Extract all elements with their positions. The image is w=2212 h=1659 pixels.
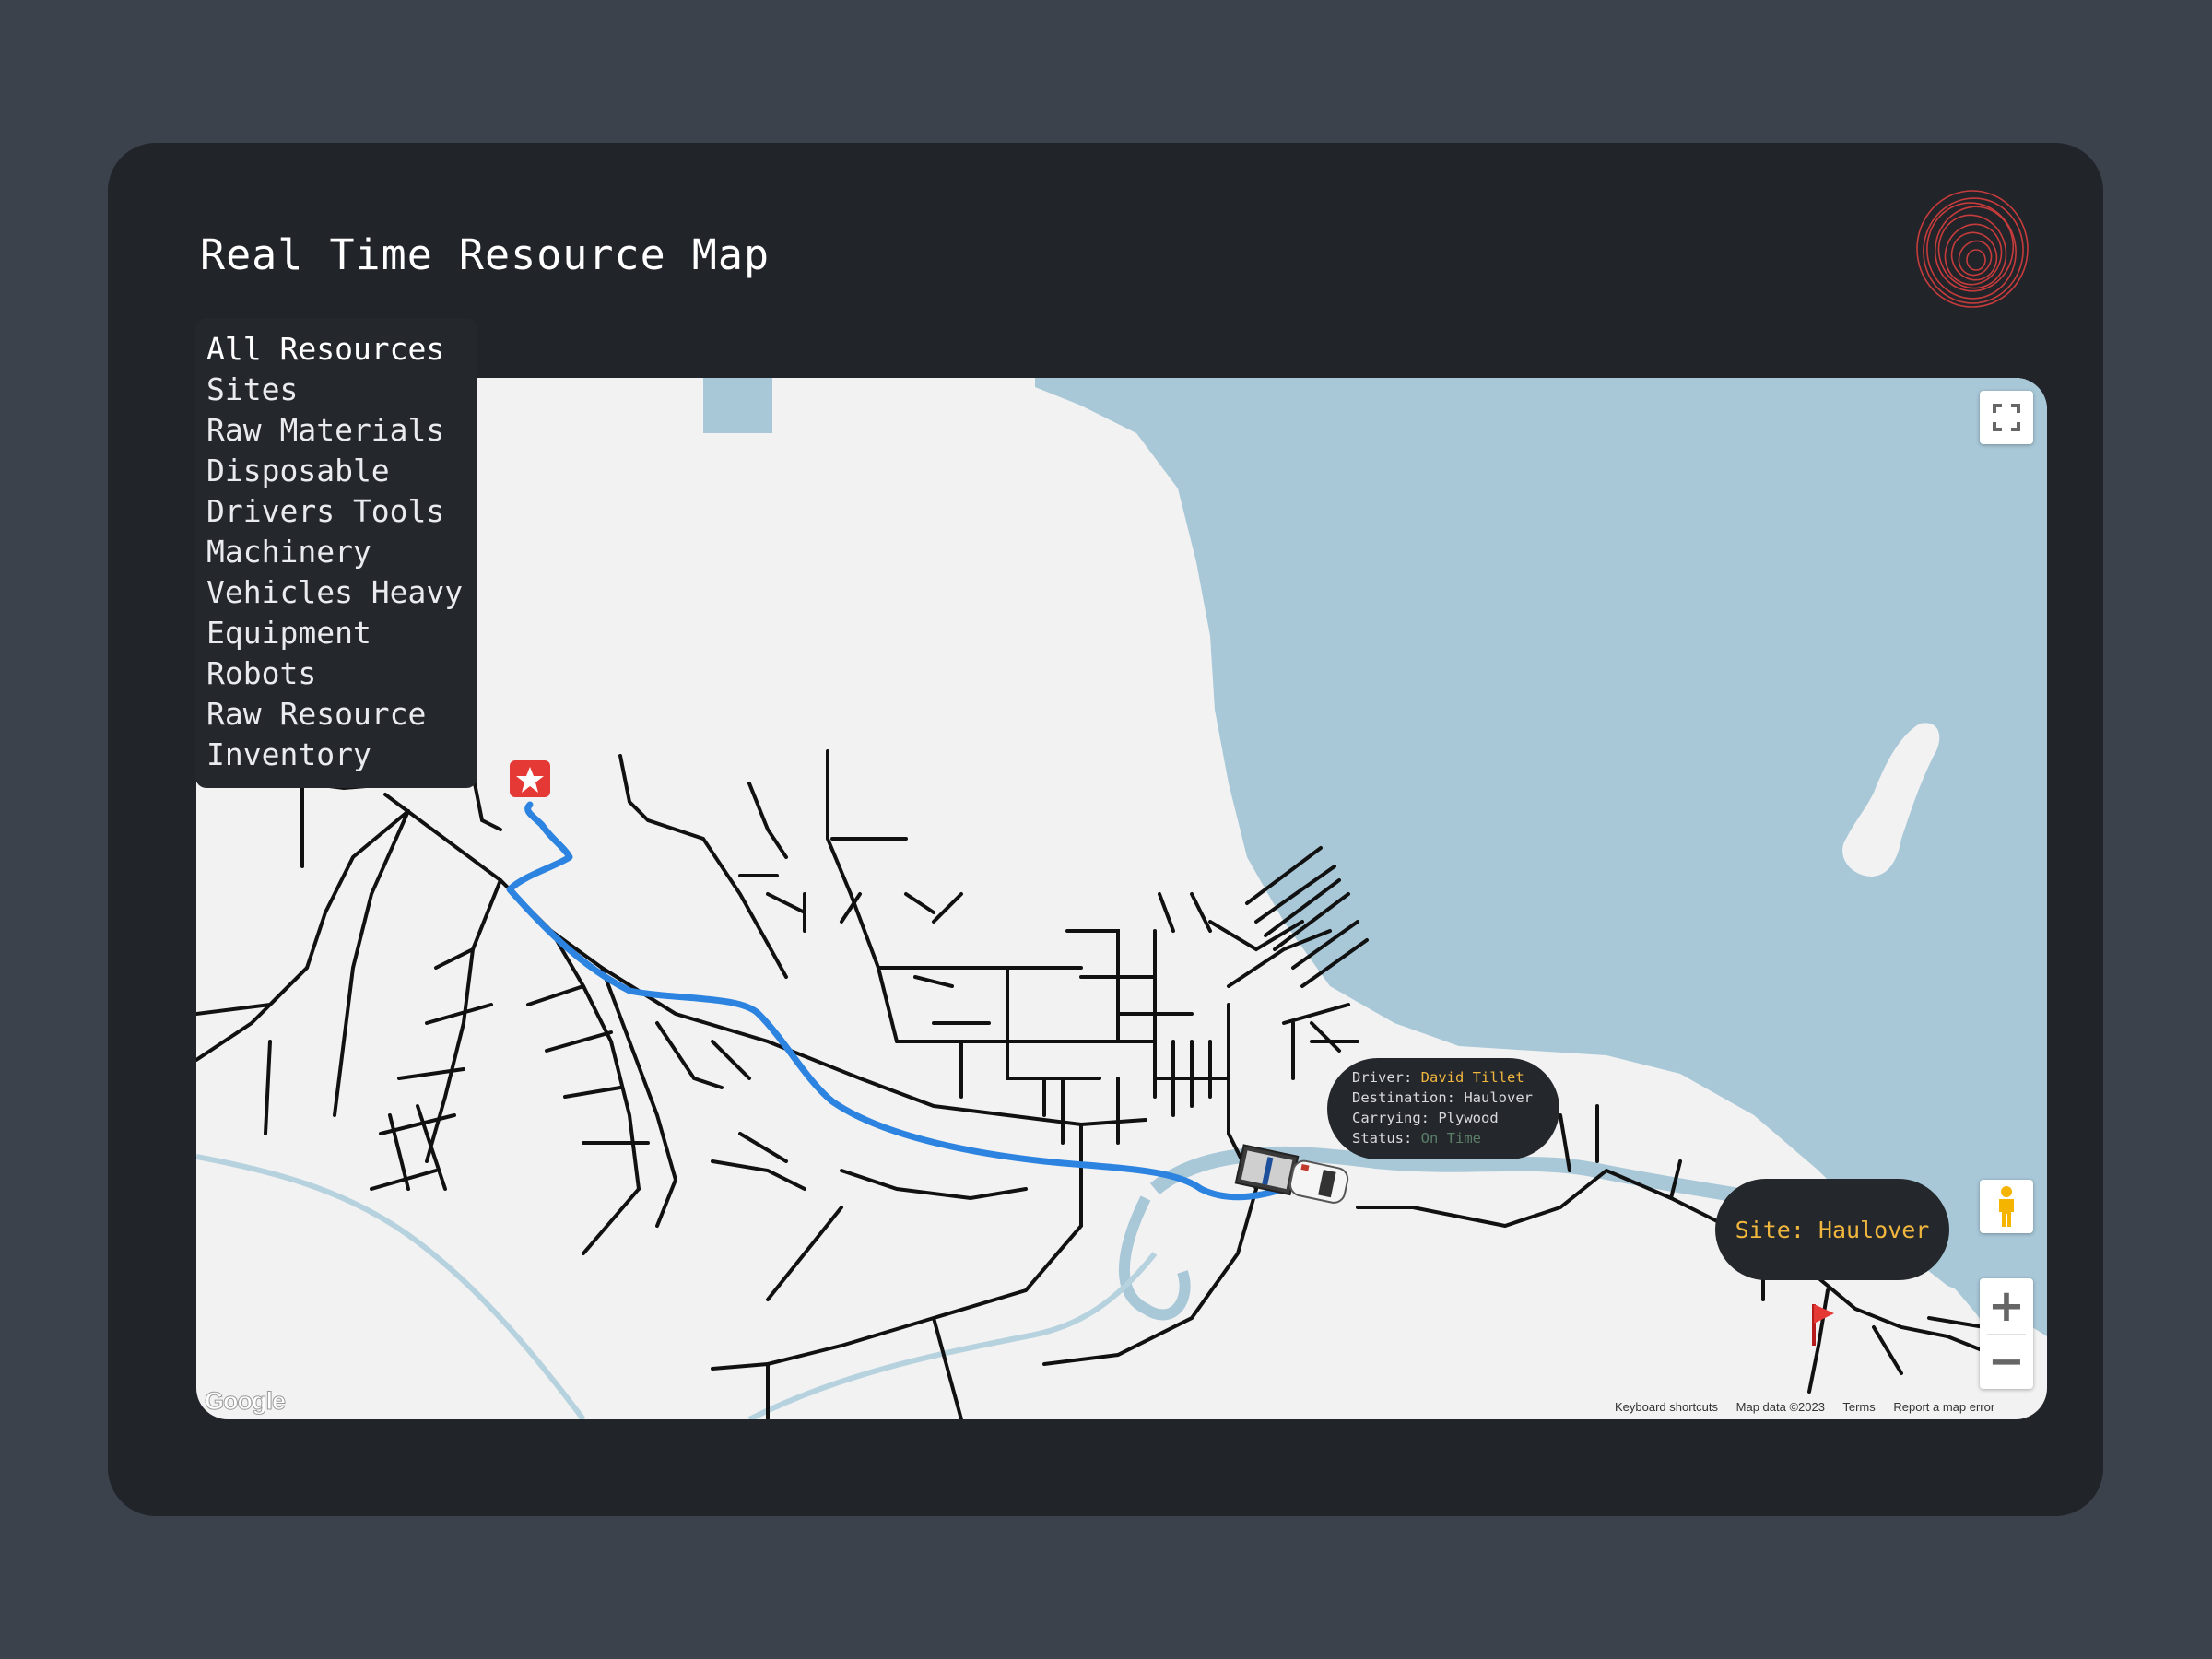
driver-label: Driver: [1352, 1069, 1413, 1086]
menu-item-equipment[interactable]: Equipment [195, 613, 477, 653]
driver-info-tooltip: Driver: David Tillet Destination: Haulov… [1327, 1058, 1559, 1159]
google-logo: Google [205, 1387, 287, 1416]
page-title: Real Time Resource Map [200, 230, 771, 279]
pond [703, 378, 772, 433]
street-view-pegman-icon [1999, 1186, 2014, 1227]
stream-west [196, 1154, 586, 1419]
map-attribution: Keyboard shortcuts Map data ©2023 Terms … [1615, 1400, 2009, 1414]
menu-item-machinery[interactable]: Machinery [195, 532, 477, 572]
menu-item-drivers-tools[interactable]: Drivers Tools [195, 491, 477, 532]
menu-item-all-resources[interactable]: All Resources [195, 329, 477, 370]
menu-item-robots[interactable]: Robots [195, 653, 477, 694]
zoom-out-button[interactable]: − [1988, 1334, 2025, 1389]
menu-item-raw-materials[interactable]: Raw Materials [195, 410, 477, 451]
zoom-controls: + − [1980, 1278, 2033, 1389]
zoom-in-button[interactable]: + [1988, 1278, 2025, 1334]
destination-row: Destination: Haulover [1352, 1088, 1559, 1108]
menu-item-disposable[interactable]: Disposable [195, 451, 477, 491]
driver-name: David Tillet [1420, 1069, 1524, 1086]
driver-row: Driver: David Tillet [1352, 1067, 1559, 1088]
status-value: On Time [1420, 1130, 1481, 1147]
menu-item-sites[interactable]: Sites [195, 370, 477, 410]
carrying-label: Carrying: [1352, 1110, 1430, 1126]
logo [1916, 190, 2029, 308]
status-label: Status: [1352, 1130, 1413, 1147]
destination-value: Haulover [1464, 1089, 1533, 1106]
menu-item-vehicles-heavy[interactable]: Vehicles Heavy [195, 572, 477, 613]
site-label-pill[interactable]: Site: Haulover [1715, 1179, 1949, 1280]
flag-marker-icon[interactable] [1812, 1304, 1834, 1346]
fullscreen-icon [1993, 404, 2020, 431]
status-row: Status: On Time [1352, 1128, 1559, 1148]
resource-filter-menu: All Resources Sites Raw Materials Dispos… [195, 318, 477, 788]
keyboard-shortcuts-link[interactable]: Keyboard shortcuts [1615, 1400, 1718, 1414]
carrying-value: Plywood [1438, 1110, 1499, 1126]
terms-link[interactable]: Terms [1842, 1400, 1875, 1414]
map-data-text: Map data ©2023 [1735, 1400, 1825, 1414]
carrying-row: Carrying: Plywood [1352, 1108, 1559, 1128]
report-error-link[interactable]: Report a map error [1893, 1400, 1994, 1414]
destination-label: Destination: [1352, 1089, 1455, 1106]
star-marker-icon[interactable] [510, 760, 550, 797]
stream-south [747, 1252, 1158, 1419]
fullscreen-button[interactable] [1980, 391, 2033, 444]
menu-item-raw-resource[interactable]: Raw Resource [195, 694, 477, 735]
menu-item-inventory[interactable]: Inventory [195, 735, 477, 775]
delivery-route [506, 801, 1311, 1201]
street-view-button[interactable] [1980, 1180, 2033, 1233]
